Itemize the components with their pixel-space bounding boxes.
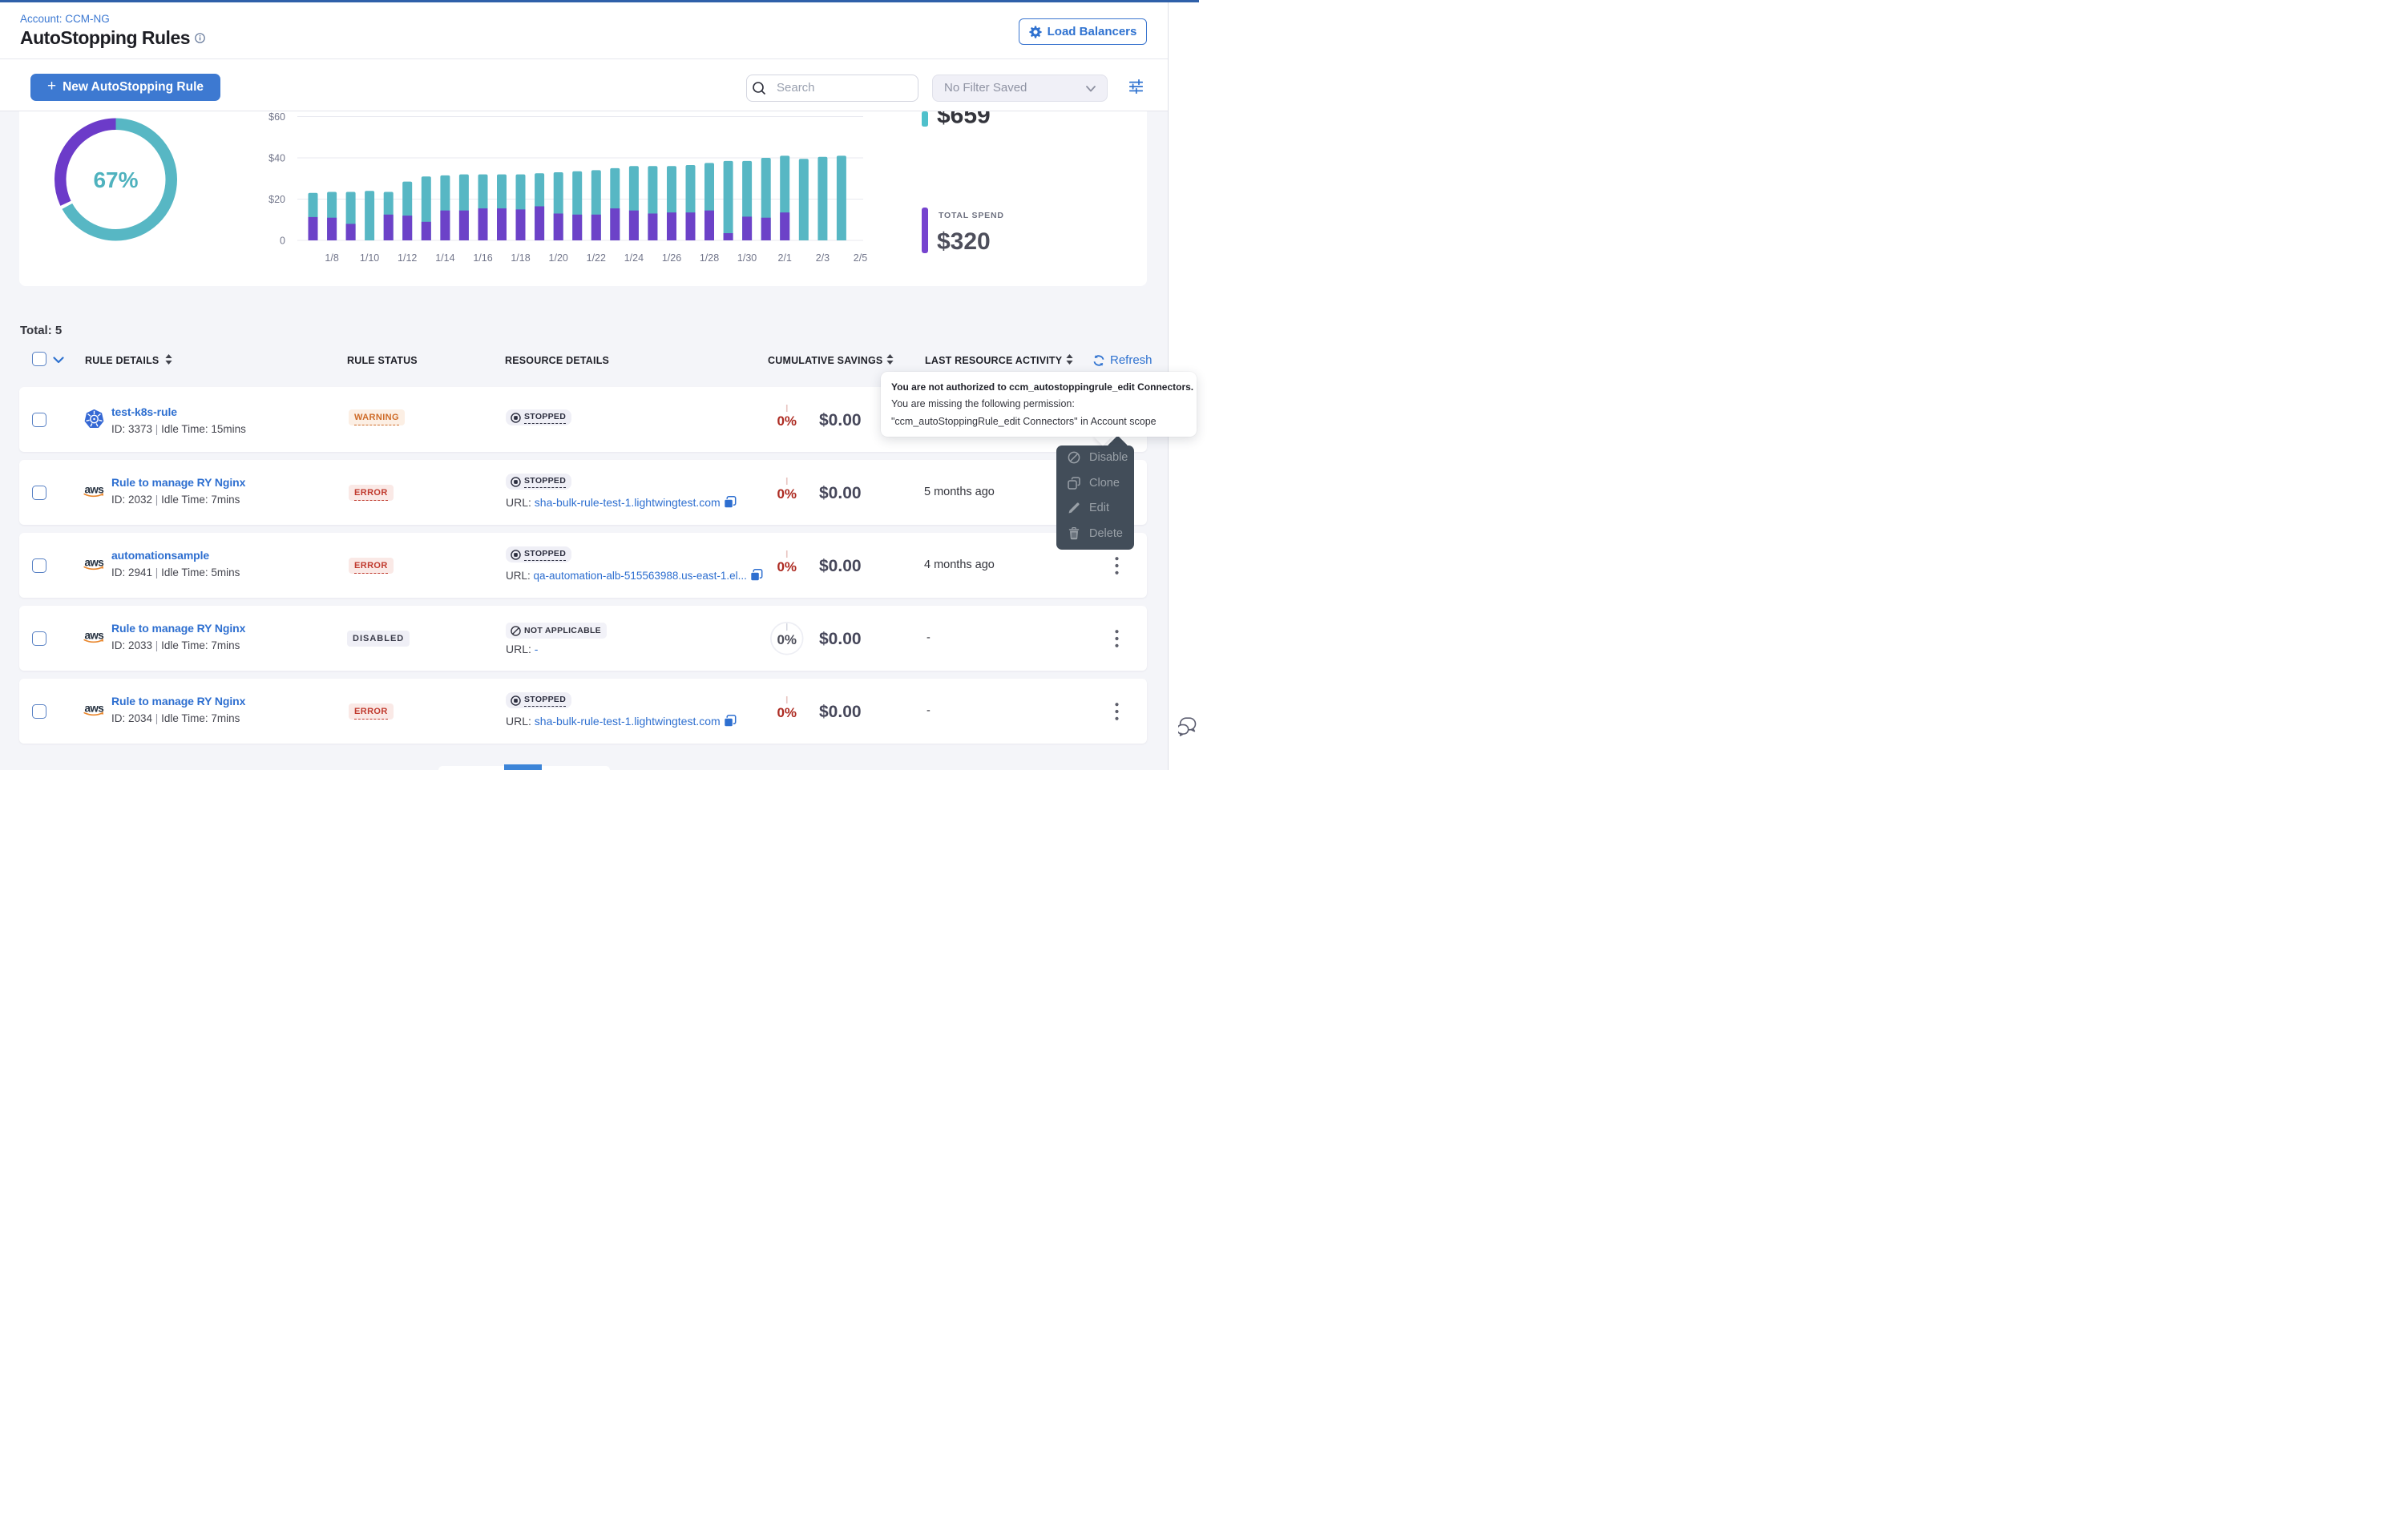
svg-text:2/5: 2/5	[854, 252, 867, 264]
svg-text:1/22: 1/22	[587, 252, 606, 264]
svg-text:1/10: 1/10	[360, 252, 379, 264]
svg-text:1/8: 1/8	[325, 252, 338, 264]
svg-text:$60: $60	[268, 111, 285, 123]
svg-text:aws: aws	[85, 703, 104, 715]
svg-text:aws: aws	[85, 630, 104, 642]
svg-text:aws: aws	[85, 557, 104, 569]
svg-text:2/1: 2/1	[778, 252, 792, 264]
svg-text:1/16: 1/16	[473, 252, 492, 264]
svg-text:0: 0	[280, 236, 285, 247]
svg-text:1/30: 1/30	[737, 252, 757, 264]
svg-text:1/24: 1/24	[624, 252, 644, 264]
svg-text:1/26: 1/26	[662, 252, 681, 264]
svg-text:TOTAL SPEND: TOTAL SPEND	[939, 211, 1004, 220]
svg-text:$20: $20	[268, 194, 285, 205]
svg-text:1/18: 1/18	[511, 252, 530, 264]
svg-text:1/28: 1/28	[700, 252, 719, 264]
svg-text:aws: aws	[85, 484, 104, 496]
svg-text:$320: $320	[937, 228, 991, 255]
svg-text:1/12: 1/12	[398, 252, 417, 264]
svg-text:1/20: 1/20	[549, 252, 568, 264]
svg-text:2/3: 2/3	[816, 252, 830, 264]
svg-text:67%: 67%	[93, 167, 138, 192]
svg-text:1/14: 1/14	[435, 252, 454, 264]
svg-text:$659: $659	[937, 111, 991, 129]
svg-text:$40: $40	[268, 153, 285, 164]
